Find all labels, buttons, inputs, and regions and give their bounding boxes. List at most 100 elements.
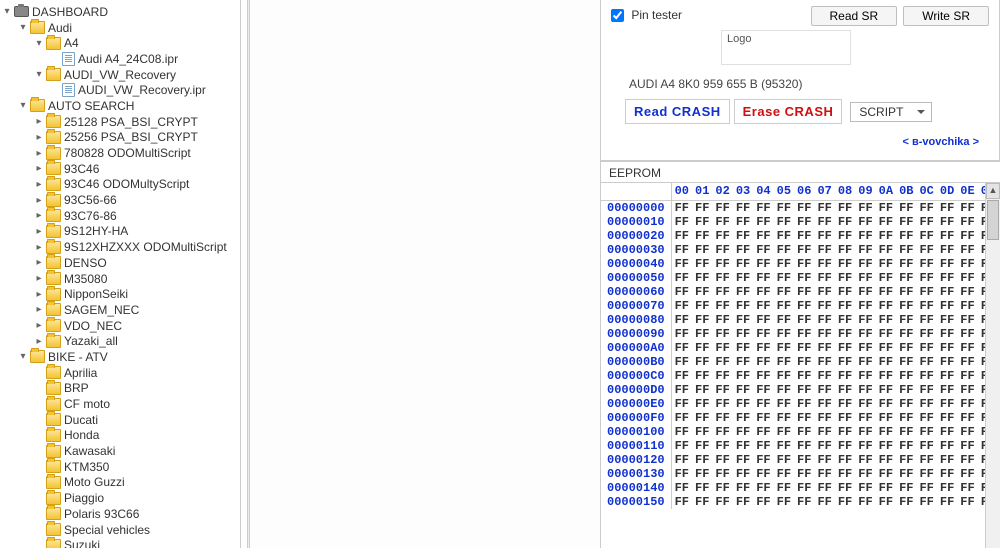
hex-byte[interactable]: FF xyxy=(896,341,916,355)
hex-byte[interactable]: FF xyxy=(855,453,875,467)
hex-byte[interactable]: FF xyxy=(896,453,916,467)
hex-byte[interactable]: FF xyxy=(712,313,732,327)
tree-item[interactable]: CF moto xyxy=(0,396,240,412)
tree-item[interactable]: ▸93C46 ODOMultyScript xyxy=(0,177,240,193)
hex-byte[interactable]: FF xyxy=(712,355,732,369)
hex-byte[interactable]: FF xyxy=(692,495,712,509)
tree-item[interactable]: AUDI_VW_Recovery.ipr xyxy=(0,82,240,98)
hex-byte[interactable]: FF xyxy=(733,383,753,397)
tree-item[interactable]: Moto Guzzi xyxy=(0,475,240,491)
tree-item[interactable]: ▾AUDI_VW_Recovery xyxy=(0,67,240,83)
hex-byte[interactable]: FF xyxy=(876,229,896,243)
hex-byte[interactable]: FF xyxy=(876,271,896,285)
hex-byte[interactable]: FF xyxy=(774,257,794,271)
hex-byte[interactable]: FF xyxy=(692,313,712,327)
hex-byte[interactable]: FF xyxy=(712,299,732,313)
hex-byte[interactable]: FF xyxy=(794,453,814,467)
tree-toggle[interactable]: ▾ xyxy=(16,351,30,362)
hex-byte[interactable]: FF xyxy=(774,271,794,285)
hex-byte[interactable]: FF xyxy=(753,495,773,509)
hex-byte[interactable]: FF xyxy=(794,271,814,285)
hex-byte[interactable]: FF xyxy=(916,327,936,341)
hex-byte[interactable]: FF xyxy=(692,481,712,495)
hex-byte[interactable]: FF xyxy=(855,411,875,425)
hex-byte[interactable]: FF xyxy=(876,467,896,481)
hex-byte[interactable]: FF xyxy=(855,425,875,439)
hex-byte[interactable]: FF xyxy=(753,327,773,341)
hex-byte[interactable]: FF xyxy=(774,481,794,495)
hex-byte[interactable]: FF xyxy=(855,327,875,341)
tree-item[interactable]: ▸VDO_NEC xyxy=(0,318,240,334)
hex-byte[interactable]: FF xyxy=(712,481,732,495)
hex-byte[interactable]: FF xyxy=(753,200,773,215)
hex-scrollbar[interactable]: ▲ xyxy=(985,183,1000,548)
hex-byte[interactable]: FF xyxy=(896,495,916,509)
hex-byte[interactable]: FF xyxy=(692,453,712,467)
hex-byte[interactable]: FF xyxy=(937,299,957,313)
hex-byte[interactable]: FF xyxy=(896,439,916,453)
hex-byte[interactable]: FF xyxy=(896,299,916,313)
hex-byte[interactable]: FF xyxy=(753,383,773,397)
hex-byte[interactable]: FF xyxy=(671,243,692,257)
hex-byte[interactable]: FF xyxy=(937,439,957,453)
hex-byte[interactable]: FF xyxy=(876,369,896,383)
hex-byte[interactable]: FF xyxy=(814,299,834,313)
hex-byte[interactable]: FF xyxy=(876,299,896,313)
hex-byte[interactable]: FF xyxy=(671,341,692,355)
hex-byte[interactable]: FF xyxy=(855,313,875,327)
hex-byte[interactable]: FF xyxy=(794,369,814,383)
tree-toggle[interactable]: ▸ xyxy=(32,336,46,347)
hex-byte[interactable]: FF xyxy=(712,495,732,509)
hex-byte[interactable]: FF xyxy=(774,327,794,341)
tree-item[interactable]: ▸9S12XHZXXX ODOMultiScript xyxy=(0,239,240,255)
hex-byte[interactable]: FF xyxy=(957,495,977,509)
tree-item[interactable]: Kawasaki xyxy=(0,443,240,459)
hex-byte[interactable]: FF xyxy=(692,341,712,355)
tree-toggle[interactable]: ▸ xyxy=(32,289,46,300)
hex-byte[interactable]: FF xyxy=(814,313,834,327)
hex-byte[interactable]: FF xyxy=(753,341,773,355)
write-sr-button[interactable]: Write SR xyxy=(903,6,989,26)
hex-byte[interactable]: FF xyxy=(855,215,875,229)
tree-toggle[interactable]: ▸ xyxy=(32,148,46,159)
hex-byte[interactable]: FF xyxy=(733,229,753,243)
hex-byte[interactable]: FF xyxy=(814,439,834,453)
hex-byte[interactable]: FF xyxy=(733,453,753,467)
hex-byte[interactable]: FF xyxy=(774,299,794,313)
hex-byte[interactable]: FF xyxy=(835,495,855,509)
hex-byte[interactable]: FF xyxy=(753,467,773,481)
hex-byte[interactable]: FF xyxy=(753,453,773,467)
hex-byte[interactable]: FF xyxy=(692,467,712,481)
hex-byte[interactable]: FF xyxy=(671,200,692,215)
tree-toggle[interactable]: ▾ xyxy=(32,69,46,80)
hex-byte[interactable]: FF xyxy=(896,243,916,257)
hex-byte[interactable]: FF xyxy=(712,439,732,453)
hex-byte[interactable]: FF xyxy=(733,271,753,285)
hex-byte[interactable]: FF xyxy=(671,215,692,229)
tree-item[interactable]: ▸25128 PSA_BSI_CRYPT xyxy=(0,114,240,130)
hex-byte[interactable]: FF xyxy=(876,243,896,257)
erase-crash-button[interactable]: Erase CRASH xyxy=(734,99,843,124)
hex-byte[interactable]: FF xyxy=(814,257,834,271)
hex-byte[interactable]: FF xyxy=(712,369,732,383)
hex-byte[interactable]: FF xyxy=(896,355,916,369)
hex-byte[interactable]: FF xyxy=(774,439,794,453)
hex-byte[interactable]: FF xyxy=(733,481,753,495)
hex-byte[interactable]: FF xyxy=(896,383,916,397)
hex-byte[interactable]: FF xyxy=(794,229,814,243)
hex-byte[interactable]: FF xyxy=(814,285,834,299)
hex-byte[interactable]: FF xyxy=(937,467,957,481)
hex-byte[interactable]: FF xyxy=(794,257,814,271)
hex-byte[interactable]: FF xyxy=(814,200,834,215)
hex-byte[interactable]: FF xyxy=(692,439,712,453)
hex-byte[interactable]: FF xyxy=(814,425,834,439)
tree-toggle[interactable]: ▾ xyxy=(32,38,46,49)
hex-byte[interactable]: FF xyxy=(835,229,855,243)
hex-byte[interactable]: FF xyxy=(794,411,814,425)
hex-byte[interactable]: FF xyxy=(671,481,692,495)
hex-byte[interactable]: FF xyxy=(774,341,794,355)
hex-byte[interactable]: FF xyxy=(876,481,896,495)
hex-byte[interactable]: FF xyxy=(671,327,692,341)
hex-byte[interactable]: FF xyxy=(916,467,936,481)
hex-byte[interactable]: FF xyxy=(692,397,712,411)
